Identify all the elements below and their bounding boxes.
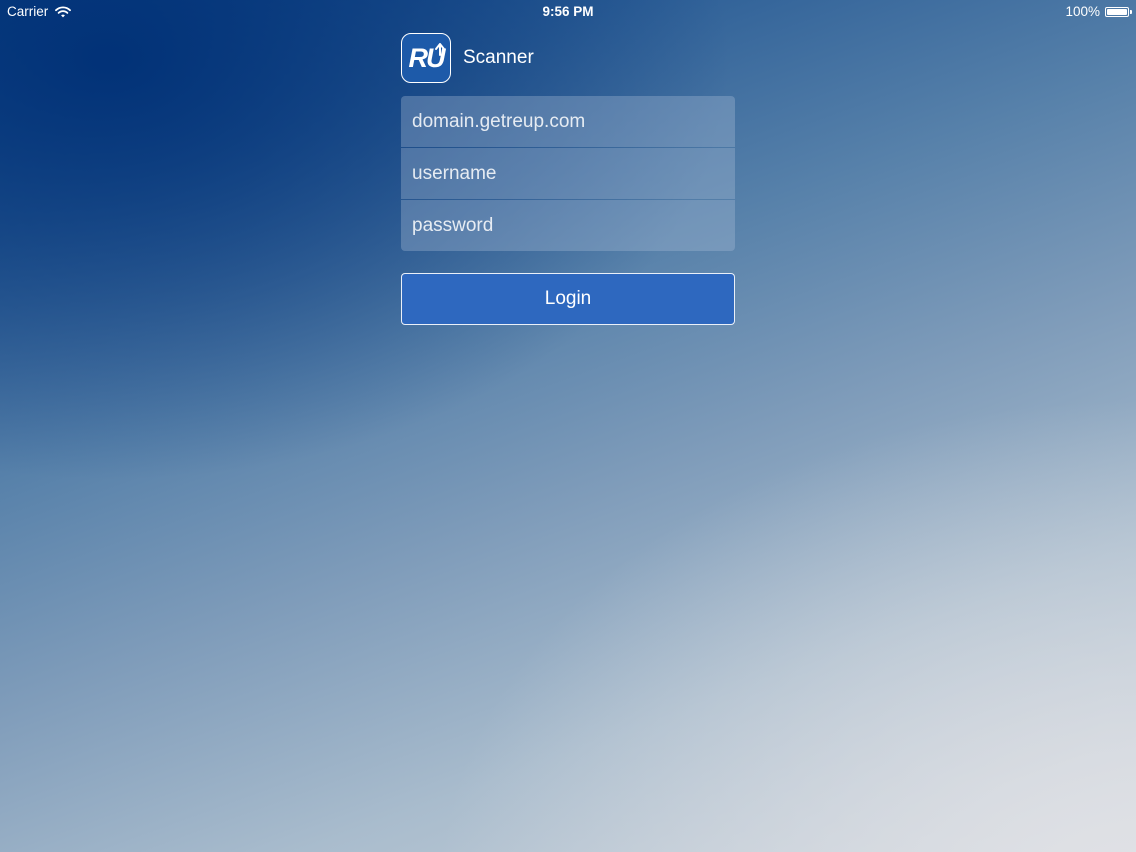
domain-field[interactable] [401, 96, 735, 147]
login-form [401, 96, 735, 251]
status-right: 100% [1065, 4, 1132, 19]
password-field[interactable] [401, 200, 735, 251]
battery-percent: 100% [1065, 4, 1100, 19]
logo-text: RU [409, 43, 447, 73]
app-header: RU Scanner [401, 33, 534, 83]
ru-logo-icon: RU [409, 43, 449, 73]
username-field[interactable] [401, 148, 735, 199]
app-logo: RU [401, 33, 451, 83]
status-bar: Carrier 9:56 PM 100% [0, 0, 1136, 22]
battery-icon [1105, 6, 1132, 17]
battery-tip [1130, 9, 1132, 14]
login-button[interactable]: Login [401, 273, 735, 325]
status-time: 9:56 PM [542, 4, 594, 19]
app-title: Scanner [463, 47, 534, 68]
battery-level-fill [1107, 8, 1127, 15]
